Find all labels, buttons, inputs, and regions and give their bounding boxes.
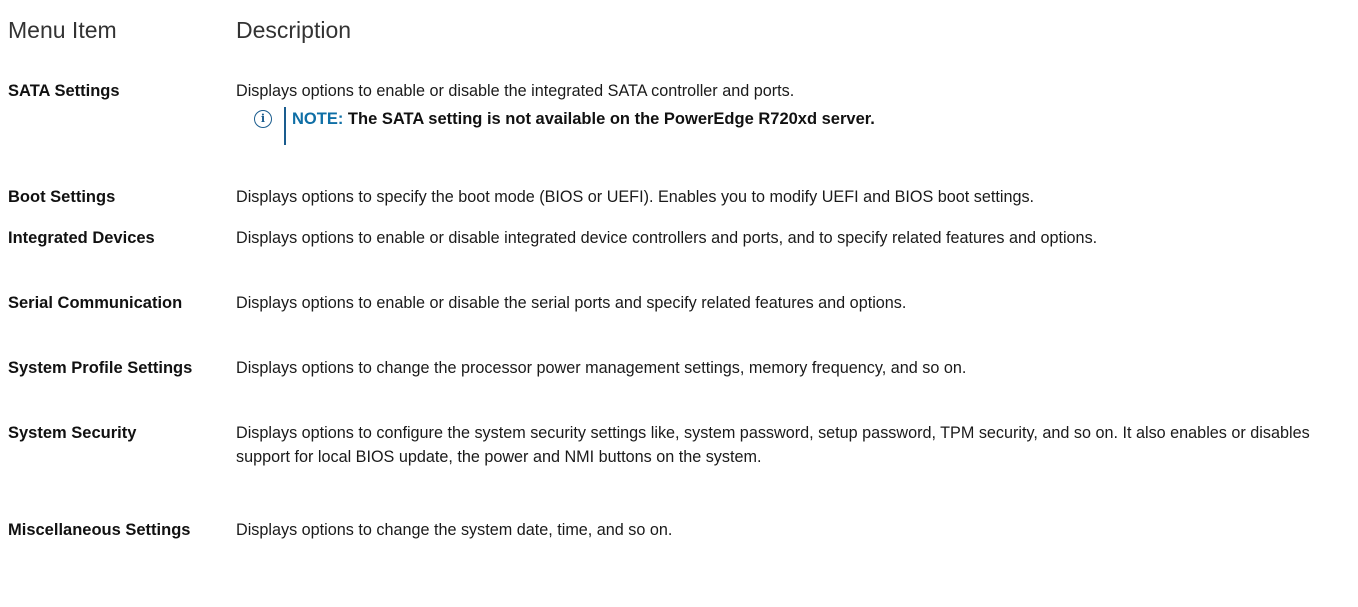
menu-item-description: Displays options to specify the boot mod…	[236, 188, 1035, 206]
menu-item-name: System Security	[8, 424, 137, 442]
note-box: i NOTE: The SATA setting is not availabl…	[254, 107, 875, 147]
note-body: The SATA setting is not available on the…	[343, 110, 875, 128]
menu-item-description: Displays options to configure the system…	[236, 424, 1310, 466]
menu-item-name: Miscellaneous Settings	[8, 521, 191, 539]
column-header-description: Description	[236, 17, 352, 43]
note-label: NOTE:	[292, 110, 344, 128]
info-icon: i	[254, 110, 272, 128]
menu-item-description: Displays options to change the system da…	[236, 521, 673, 539]
menu-item-table: Menu Item Description SATA Settings Disp…	[0, 0, 1358, 607]
menu-item-name: Serial Communication	[8, 294, 183, 312]
menu-item-name: SATA Settings	[8, 82, 120, 100]
menu-item-description: Displays options to enable or disable in…	[236, 229, 1098, 247]
menu-item-name: Boot Settings	[8, 188, 116, 206]
menu-item-name: System Profile Settings	[8, 359, 193, 377]
note-text: NOTE: The SATA setting is not available …	[292, 107, 875, 131]
menu-item-description: Displays options to enable or disable th…	[236, 82, 795, 100]
menu-item-name: Integrated Devices	[8, 229, 155, 247]
menu-item-description: Displays options to change the processor…	[236, 359, 967, 377]
column-header-menu-item: Menu Item	[8, 17, 117, 43]
menu-item-description: Displays options to enable or disable th…	[236, 294, 907, 312]
note-divider	[284, 107, 286, 145]
